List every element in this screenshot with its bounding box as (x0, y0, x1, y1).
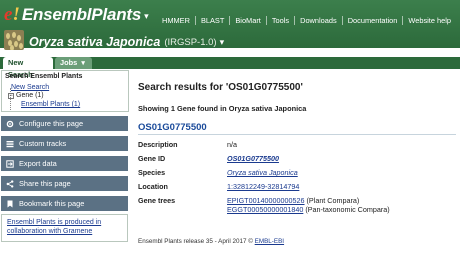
description-value: n/a (227, 140, 237, 149)
share-page-label: Share this page (19, 179, 71, 188)
nav-tools[interactable]: Tools (267, 16, 296, 25)
share-page-button[interactable]: Share this page (1, 176, 128, 191)
species-link[interactable]: Oryza sativa Japonica (227, 168, 298, 177)
gear-icon (6, 120, 14, 128)
nav-documentation[interactable]: Documentation (343, 16, 404, 25)
new-search-link[interactable]: New Search (11, 84, 49, 91)
gene-node-label: Gene (1) (16, 92, 44, 99)
logo-bang: ! (12, 4, 20, 25)
result-divider (138, 134, 456, 135)
gene-tree-2: EGGT00050000001840 (Pan-taxonomic Compar… (227, 205, 390, 214)
ensembl-plants-logo[interactable]: e! EnsemblPlants ▾ (4, 4, 149, 25)
export-icon (6, 159, 14, 168)
search-nav-box: Search Ensembl Plants New Search − Gene (… (1, 70, 129, 112)
gramene-info-box: Ensembl Plants is produced in collaborat… (1, 214, 128, 242)
top-navigation: HMMER BLAST BioMart Tools Downloads Docu… (157, 16, 456, 25)
result-gene-link[interactable]: OS01G0775500 (138, 122, 207, 133)
location-label: Location (138, 182, 168, 191)
release-footer-text: Ensembl Plants release 35 - April 2017 ©… (138, 238, 285, 245)
species-header: Oryza sativa Japonica (IRGSP-1.0) ▾ (4, 30, 225, 52)
bookmark-icon (6, 200, 14, 208)
collapse-icon[interactable]: − (8, 93, 14, 99)
description-label: Description (138, 140, 178, 149)
gene-trees-label: Gene trees (138, 196, 176, 205)
logo-e: e (4, 4, 13, 25)
logo-name: EnsemblPlants (21, 5, 142, 24)
tab-new-search[interactable]: New Search (3, 57, 53, 79)
sidebar: Search Ensembl Plants New Search − Gene (… (0, 70, 130, 242)
chevron-down-icon[interactable]: ▾ (144, 11, 149, 22)
bookmark-page-button[interactable]: Bookmark this page (1, 196, 128, 211)
export-data-label: Export data (19, 159, 57, 168)
tab-jobs[interactable]: Jobs ▾ (55, 57, 92, 69)
configure-page-button[interactable]: Configure this page (1, 116, 128, 131)
search-nav-header: Search Ensembl Plants (5, 73, 83, 80)
gene-tree-1: EPIGT00140000000526 (Plant Compara) (227, 196, 359, 205)
chevron-down-icon[interactable]: ▾ (81, 60, 85, 67)
gene-tree-2-link[interactable]: EGGT00050000001840 (227, 205, 303, 214)
nav-downloads[interactable]: Downloads (295, 16, 343, 25)
results-summary: Showing 1 Gene found in Oryza sativa Jap… (138, 104, 307, 113)
release-footer: Ensembl Plants release 35 - April 2017 ©… (138, 238, 284, 245)
nav-website-help[interactable]: Website help (403, 16, 456, 25)
gramene-collaboration-link[interactable]: Ensembl Plants is produced in collaborat… (7, 219, 101, 235)
nav-biomart[interactable]: BioMart (230, 16, 267, 25)
share-icon (6, 179, 14, 188)
tracks-icon (6, 140, 14, 148)
species-name[interactable]: Oryza sativa Japonica (29, 35, 160, 49)
custom-tracks-label: Custom tracks (19, 139, 67, 148)
gene-tree-1-link[interactable]: EPIGT00140000000526 (227, 196, 305, 205)
custom-tracks-button[interactable]: Custom tracks (1, 136, 128, 151)
configure-page-label: Configure this page (19, 119, 84, 128)
gene-id-link[interactable]: OS01G0775500 (227, 154, 279, 163)
species-label: Species (138, 168, 166, 177)
nav-hmmer[interactable]: HMMER (157, 16, 196, 25)
tab-jobs-label: Jobs (60, 58, 78, 67)
embl-ebi-link[interactable]: EMBL-EBI (255, 238, 284, 245)
tabs-bar: New Search Jobs ▾ (0, 57, 460, 79)
gene-tree-2-note: (Pan-taxonomic Compara) (305, 205, 390, 214)
top-header: e! EnsemblPlants ▾ HMMER BLAST BioMart Too… (0, 0, 460, 50)
species-assembly: (IRGSP-1.0) (164, 36, 217, 48)
gene-tree-1-note: (Plant Compara) (306, 196, 360, 205)
species-dropdown-icon[interactable]: ▾ (220, 37, 225, 48)
location-link[interactable]: 1:32812249-32814794 (227, 182, 299, 191)
bookmark-page-label: Bookmark this page (19, 199, 85, 208)
ensembl-plants-link[interactable]: Ensembl Plants (1) (21, 101, 80, 108)
species-thumbnail-icon (4, 30, 24, 50)
gene-id-label: Gene ID (138, 154, 166, 163)
export-data-button[interactable]: Export data (1, 156, 128, 171)
page-title: Search results for 'OS01G0775500' (138, 82, 303, 93)
nav-blast[interactable]: BLAST (196, 16, 231, 25)
gene-node[interactable]: − Gene (1) (8, 92, 44, 99)
